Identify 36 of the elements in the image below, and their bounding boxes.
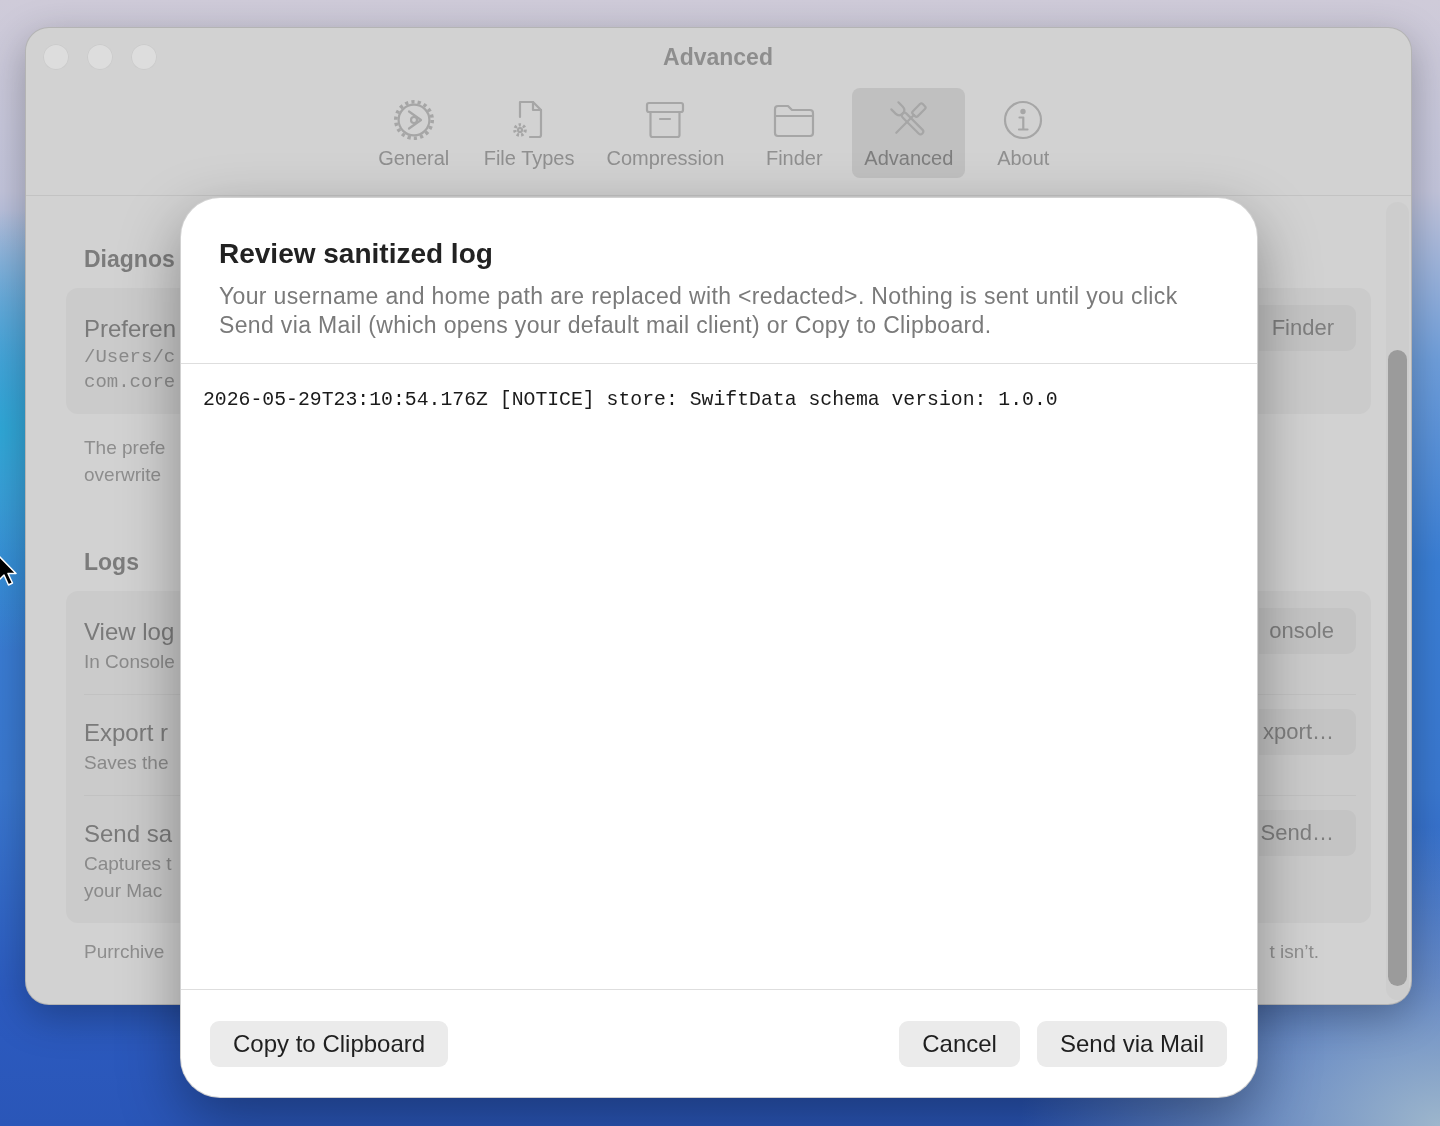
section-heading: Diagnos (84, 245, 175, 274)
log-line: 2026-05-29T23:10:54.176Z [NOTICE] store: SwiftData schema version: 1.0.0 (203, 388, 1059, 412)
toolbar-tab[interactable]: General (363, 88, 464, 178)
dialog-title: Review sanitized log (219, 237, 494, 271)
dialog-message: Your username and home path are replaced with <redacted>. Nothing is sent until you click Send via Mail (which opens your default mail client) or Copy to Clipboard. (219, 282, 1179, 340)
action-button[interactable]: onsole (1259, 608, 1356, 654)
dialog-button[interactable]: Send via Mail (1036, 1021, 1227, 1067)
mouse-pointer-icon (0, 554, 17, 588)
scrollbar-thumb[interactable] (1388, 350, 1407, 986)
row-title: View log (84, 617, 175, 647)
footnote-text: Purrchive (84, 940, 165, 964)
note-text: The prefe (84, 436, 166, 460)
footnote-text: t isn’t. (1269, 940, 1319, 964)
gear-icon (391, 98, 436, 142)
copy-to-clipboard-button[interactable]: Copy to Clipboard (210, 1021, 449, 1067)
section-heading: Logs (84, 548, 139, 577)
action-button[interactable]: xport… (1259, 709, 1356, 755)
toolbar-tab[interactable]: File Types (471, 88, 587, 178)
file-path-text: com.core (84, 370, 176, 395)
row-title: Preferen (84, 314, 177, 344)
row-title: Send sa (84, 819, 173, 849)
row-description: In Console (84, 650, 175, 674)
file-path-text: /Users/c (84, 345, 176, 370)
toolbar-tab[interactable]: Advanced (852, 88, 966, 178)
note-text: overwrite (84, 463, 162, 487)
action-button[interactable]: Send… (1259, 810, 1356, 856)
toolbar-tab[interactable]: Compression (594, 88, 737, 178)
row-description: Captures t (84, 852, 172, 876)
window-title: Advanced (663, 43, 773, 71)
row-description: your Mac (84, 879, 163, 903)
toolbar-tab[interactable]: Finder (744, 88, 845, 178)
dialog-button[interactable]: Cancel (899, 1021, 1020, 1067)
action-button[interactable]: Finder (1259, 305, 1356, 351)
row-description: Saves the (84, 751, 169, 775)
toolbar-tab[interactable]: About (973, 88, 1074, 178)
row-title: Export r (84, 718, 169, 748)
